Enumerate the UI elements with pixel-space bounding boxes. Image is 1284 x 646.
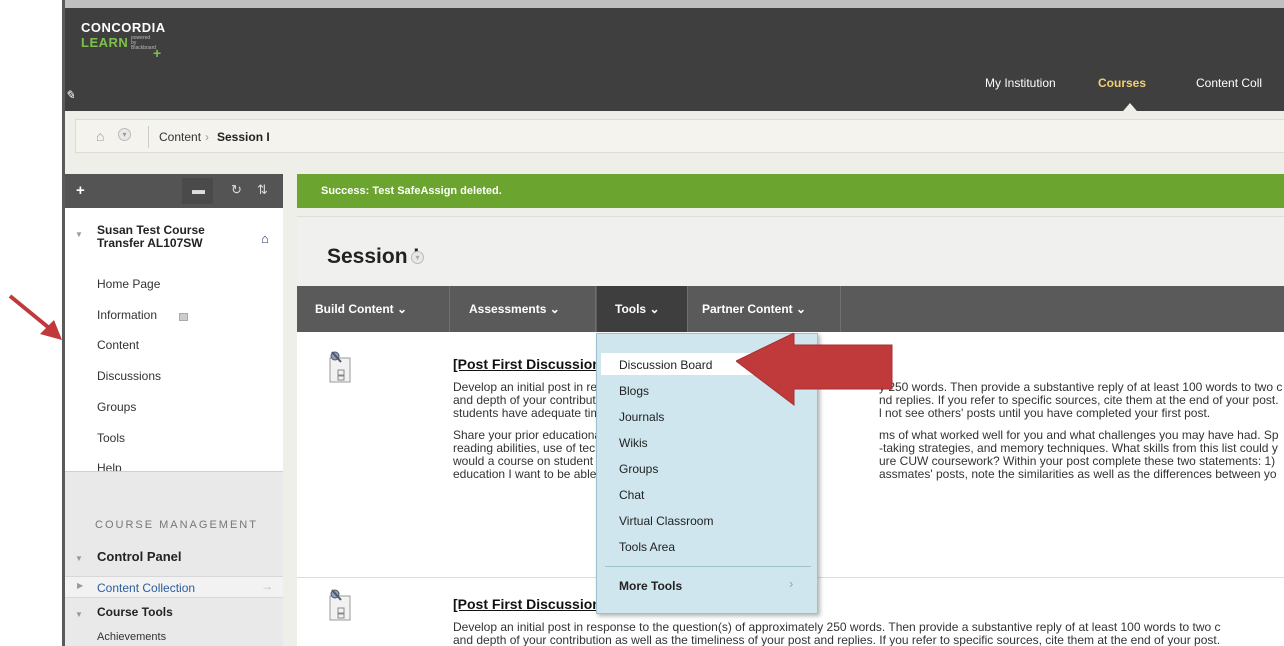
home-icon[interactable]: ⌂: [96, 128, 104, 144]
item-text-line: and depth of your contribution as well a…: [453, 634, 1221, 646]
tools-label: Tools: [615, 302, 647, 316]
action-bar: Build Content ⌄ Assessments ⌄ Tools ⌄ Pa…: [297, 286, 1284, 332]
sidebar-item-tools[interactable]: Tools: [97, 431, 125, 445]
item-text-line: nd replies. If you refer to specific sou…: [879, 394, 1279, 407]
success-message: Success: Test SafeAssign deleted.: [321, 185, 502, 197]
logo-concordia[interactable]: CONCORDIA: [81, 20, 166, 35]
collapse-triangle-icon[interactable]: ▼: [75, 610, 83, 619]
menu-item-more-tools[interactable]: More Tools: [619, 579, 682, 593]
content-collection-row[interactable]: ▶ Content Collection →: [65, 576, 283, 598]
menu-item-blogs[interactable]: Blogs: [619, 384, 649, 398]
course-management-panel: COURSE MANAGEMENT ▼ Control Panel ▶ Cont…: [65, 471, 283, 646]
tools-button[interactable]: Tools ⌄: [597, 286, 687, 332]
item-text-line: l not see others' posts until you have c…: [879, 407, 1211, 420]
chevron-down-icon[interactable]: ▾: [118, 128, 131, 141]
nav-my-institution[interactable]: My Institution: [985, 76, 1056, 90]
active-tab-caret: [1118, 103, 1142, 117]
achievements-link[interactable]: Achievements: [97, 631, 166, 643]
action-divider: [840, 286, 841, 332]
course-home-icon[interactable]: ⌂: [261, 231, 269, 246]
nav-content-collection[interactable]: Content Coll: [1196, 76, 1262, 90]
build-content-button[interactable]: Build Content ⌄: [315, 286, 407, 332]
menu-divider: [605, 566, 811, 567]
chevron-down-icon[interactable]: ▾: [411, 251, 424, 264]
nav-courses[interactable]: Courses: [1098, 76, 1146, 90]
success-banner: Success: Test SafeAssign deleted.: [297, 174, 1284, 208]
menu-item-tools-area[interactable]: Tools Area: [619, 540, 675, 554]
sidebar-item-groups[interactable]: Groups: [97, 400, 136, 414]
logo-powered-by: powered by Blackboard: [131, 35, 157, 51]
course-sidebar: + ▬ ↻ ⇅ ▼ Susan Test Course Transfer AL1…: [65, 174, 283, 646]
add-icon[interactable]: +: [76, 182, 85, 199]
course-tools-label[interactable]: Course Tools: [97, 605, 173, 619]
breadcrumb-session: Session I: [217, 130, 270, 144]
chevron-right-icon: ›: [789, 576, 794, 591]
sidebar-item-content[interactable]: Content: [97, 338, 139, 352]
action-divider: [595, 286, 596, 332]
collapse-triangle-icon[interactable]: ▼: [75, 230, 83, 239]
expand-triangle-icon[interactable]: ▶: [77, 581, 83, 590]
pencil-icon[interactable]: ✎: [65, 88, 75, 102]
item-text-line: y 250 words. Then provide a substantive …: [879, 381, 1283, 394]
breadcrumb: ⌂ ▾ Content › Session I: [75, 119, 1284, 153]
item-text-line: -taking strategies, and memory technique…: [879, 442, 1278, 455]
action-divider: [687, 286, 688, 332]
build-content-label: Build Content: [315, 302, 394, 316]
partner-content-label: Partner Content: [702, 302, 793, 316]
menu-item-journals[interactable]: Journals: [619, 410, 664, 424]
arrow-right-icon[interactable]: →: [261, 579, 273, 593]
partner-content-button[interactable]: Partner Content ⌄: [702, 286, 806, 332]
top-header: CONCORDIA LEARN powered by Blackboard + …: [65, 0, 1284, 117]
page-title: Session I: [327, 245, 420, 268]
item-text-line: ms of what worked well for you and what …: [879, 429, 1279, 442]
chevron-down-icon: ⌄: [649, 302, 660, 316]
sort-icon[interactable]: ⇅: [257, 182, 268, 198]
menu-item-chat[interactable]: Chat: [619, 488, 644, 502]
discussion-item-icon: [329, 589, 351, 621]
menu-item-wikis[interactable]: Wikis: [619, 436, 648, 450]
page-header: Session I ▾: [297, 216, 1284, 286]
course-title[interactable]: Susan Test Course Transfer AL107SW: [97, 224, 237, 250]
content-collection-link[interactable]: Content Collection: [97, 581, 195, 595]
sidebar-toolbar: + ▬ ↻ ⇅: [65, 174, 283, 208]
discussion-item-icon: [329, 351, 351, 383]
collapse-triangle-icon[interactable]: ▼: [75, 554, 83, 563]
action-divider: [449, 286, 450, 332]
course-management-heading: COURSE MANAGEMENT: [95, 519, 258, 531]
item-text-line: ure CUW coursework? Within your post com…: [879, 455, 1276, 468]
logo-plus: +: [153, 45, 162, 61]
breadcrumb-content[interactable]: Content: [159, 130, 201, 144]
refresh-icon[interactable]: ↻: [231, 182, 242, 198]
logo-learn[interactable]: LEARN: [81, 35, 128, 50]
sidebar-item-home-page[interactable]: Home Page: [97, 277, 160, 291]
breadcrumb-separator: ›: [205, 130, 209, 144]
assessments-button[interactable]: Assessments ⌄: [469, 286, 560, 332]
breadcrumb-divider: [148, 126, 149, 148]
page-icon: [179, 313, 188, 321]
menu-item-discussion-board[interactable]: Discussion Board: [619, 358, 712, 372]
assessments-label: Assessments: [469, 302, 547, 316]
chevron-down-icon: ⌄: [796, 302, 807, 316]
item-text-line: Develop an initial post in response to t…: [453, 621, 1221, 634]
sidebar-item-information[interactable]: Information: [97, 308, 157, 322]
annotation-arrow-discussion-board: [736, 333, 893, 407]
menu-item-virtual-classroom[interactable]: Virtual Classroom: [619, 514, 713, 528]
control-panel-label[interactable]: Control Panel: [97, 549, 182, 564]
chevron-down-icon: ⌄: [549, 302, 560, 316]
folder-icon[interactable]: ▬: [192, 182, 205, 197]
chevron-down-icon: ⌄: [397, 302, 408, 316]
sidebar-item-discussions[interactable]: Discussions: [97, 369, 161, 383]
menu-item-groups[interactable]: Groups: [619, 462, 658, 476]
item-text-line: assmates' posts, note the similarities a…: [879, 468, 1277, 481]
